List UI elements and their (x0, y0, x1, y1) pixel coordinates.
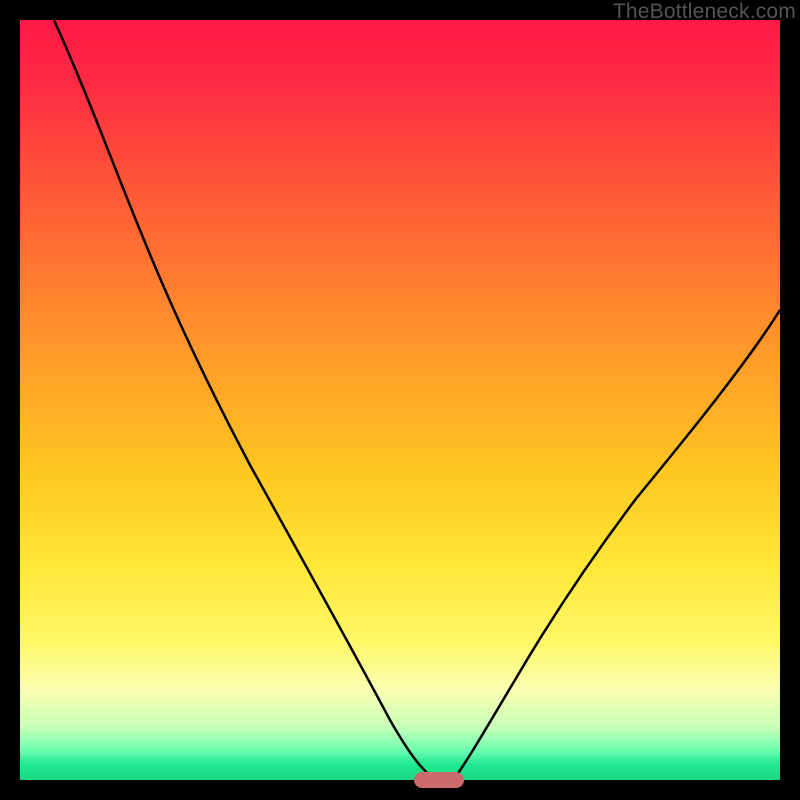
plot-area (20, 20, 780, 780)
chart-container: TheBottleneck.com (0, 0, 800, 800)
minimum-marker (414, 772, 464, 788)
curve-svg (20, 20, 780, 780)
left-curve (54, 20, 438, 780)
right-curve (453, 310, 780, 780)
